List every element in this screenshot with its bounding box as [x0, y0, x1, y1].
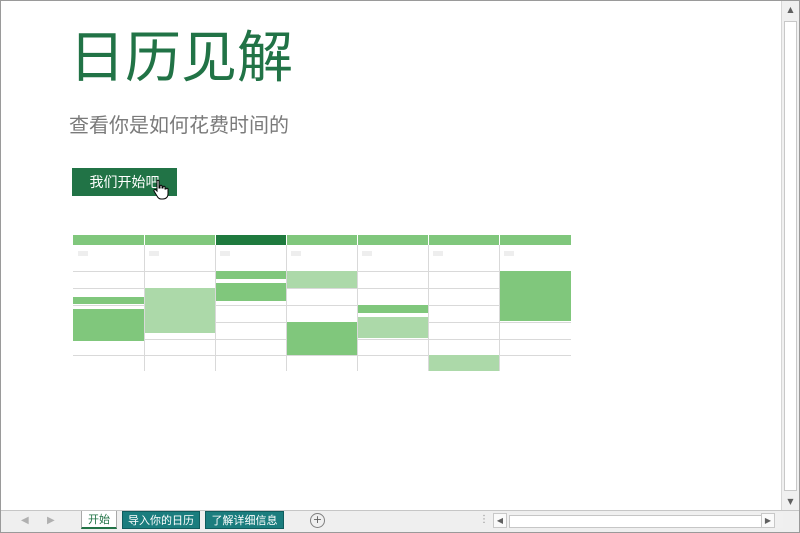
calendar-day-header [73, 235, 144, 245]
calendar-event [216, 283, 286, 301]
page-subtitle: 查看你是如何花费时间的 [69, 113, 289, 137]
calendar-day-header [429, 235, 499, 245]
workbook-window: 日历见解 查看你是如何花费时间的 我们开始吧 ▲ ▼ ◀ ▶ 开始 导入你的日历… [0, 0, 800, 533]
calendar-event [73, 297, 144, 304]
calendar-day-header-selected [216, 235, 286, 245]
calendar-event [429, 355, 499, 371]
calendar-day-header [500, 235, 571, 245]
split-handle-icon[interactable]: ⋮ [479, 514, 489, 525]
tab-import-calendar[interactable]: 导入你的日历 [122, 511, 200, 529]
chevron-right-icon[interactable]: ▶ [761, 513, 775, 528]
vertical-scrollbar[interactable]: ▲ ▼ [781, 1, 799, 510]
calendar-event [358, 317, 428, 338]
horizontal-scroll-thumb[interactable] [509, 515, 763, 528]
calendar-event [358, 305, 428, 313]
calendar-date-marks [78, 251, 514, 256]
chevron-up-icon[interactable]: ▲ [782, 1, 799, 18]
calendar-event [145, 288, 215, 333]
calendar-graphic [73, 235, 571, 371]
calendar-illustration [73, 235, 571, 375]
tab-learn-more[interactable]: 了解详细信息 [205, 511, 284, 529]
calendar-event [216, 271, 286, 279]
chevron-left-icon[interactable]: ◀ [493, 513, 507, 528]
hand-pointer-icon [153, 179, 169, 200]
horizontal-scrollbar[interactable]: ◀ ▶ [491, 513, 783, 528]
calendar-day-header [287, 235, 357, 245]
page-title: 日历见解 [69, 26, 293, 91]
calendar-day-header [358, 235, 428, 245]
sheet-tab-bar: ◀ ▶ 开始 导入你的日历 了解详细信息 + ⋮ ◀ ▶ [1, 510, 799, 532]
chevron-down-icon[interactable]: ▼ [782, 493, 799, 510]
plus-circle-icon[interactable]: + [310, 513, 325, 528]
tab-start[interactable]: 开始 [81, 511, 117, 529]
calendar-event [287, 322, 357, 355]
calendar-event [287, 271, 357, 288]
calendar-event [500, 271, 571, 321]
vertical-scroll-thumb[interactable] [784, 21, 797, 491]
calendar-day-header [145, 235, 215, 245]
calendar-event [73, 309, 144, 341]
chevron-left-icon[interactable]: ◀ [21, 515, 29, 526]
chevron-right-icon[interactable]: ▶ [47, 515, 55, 526]
